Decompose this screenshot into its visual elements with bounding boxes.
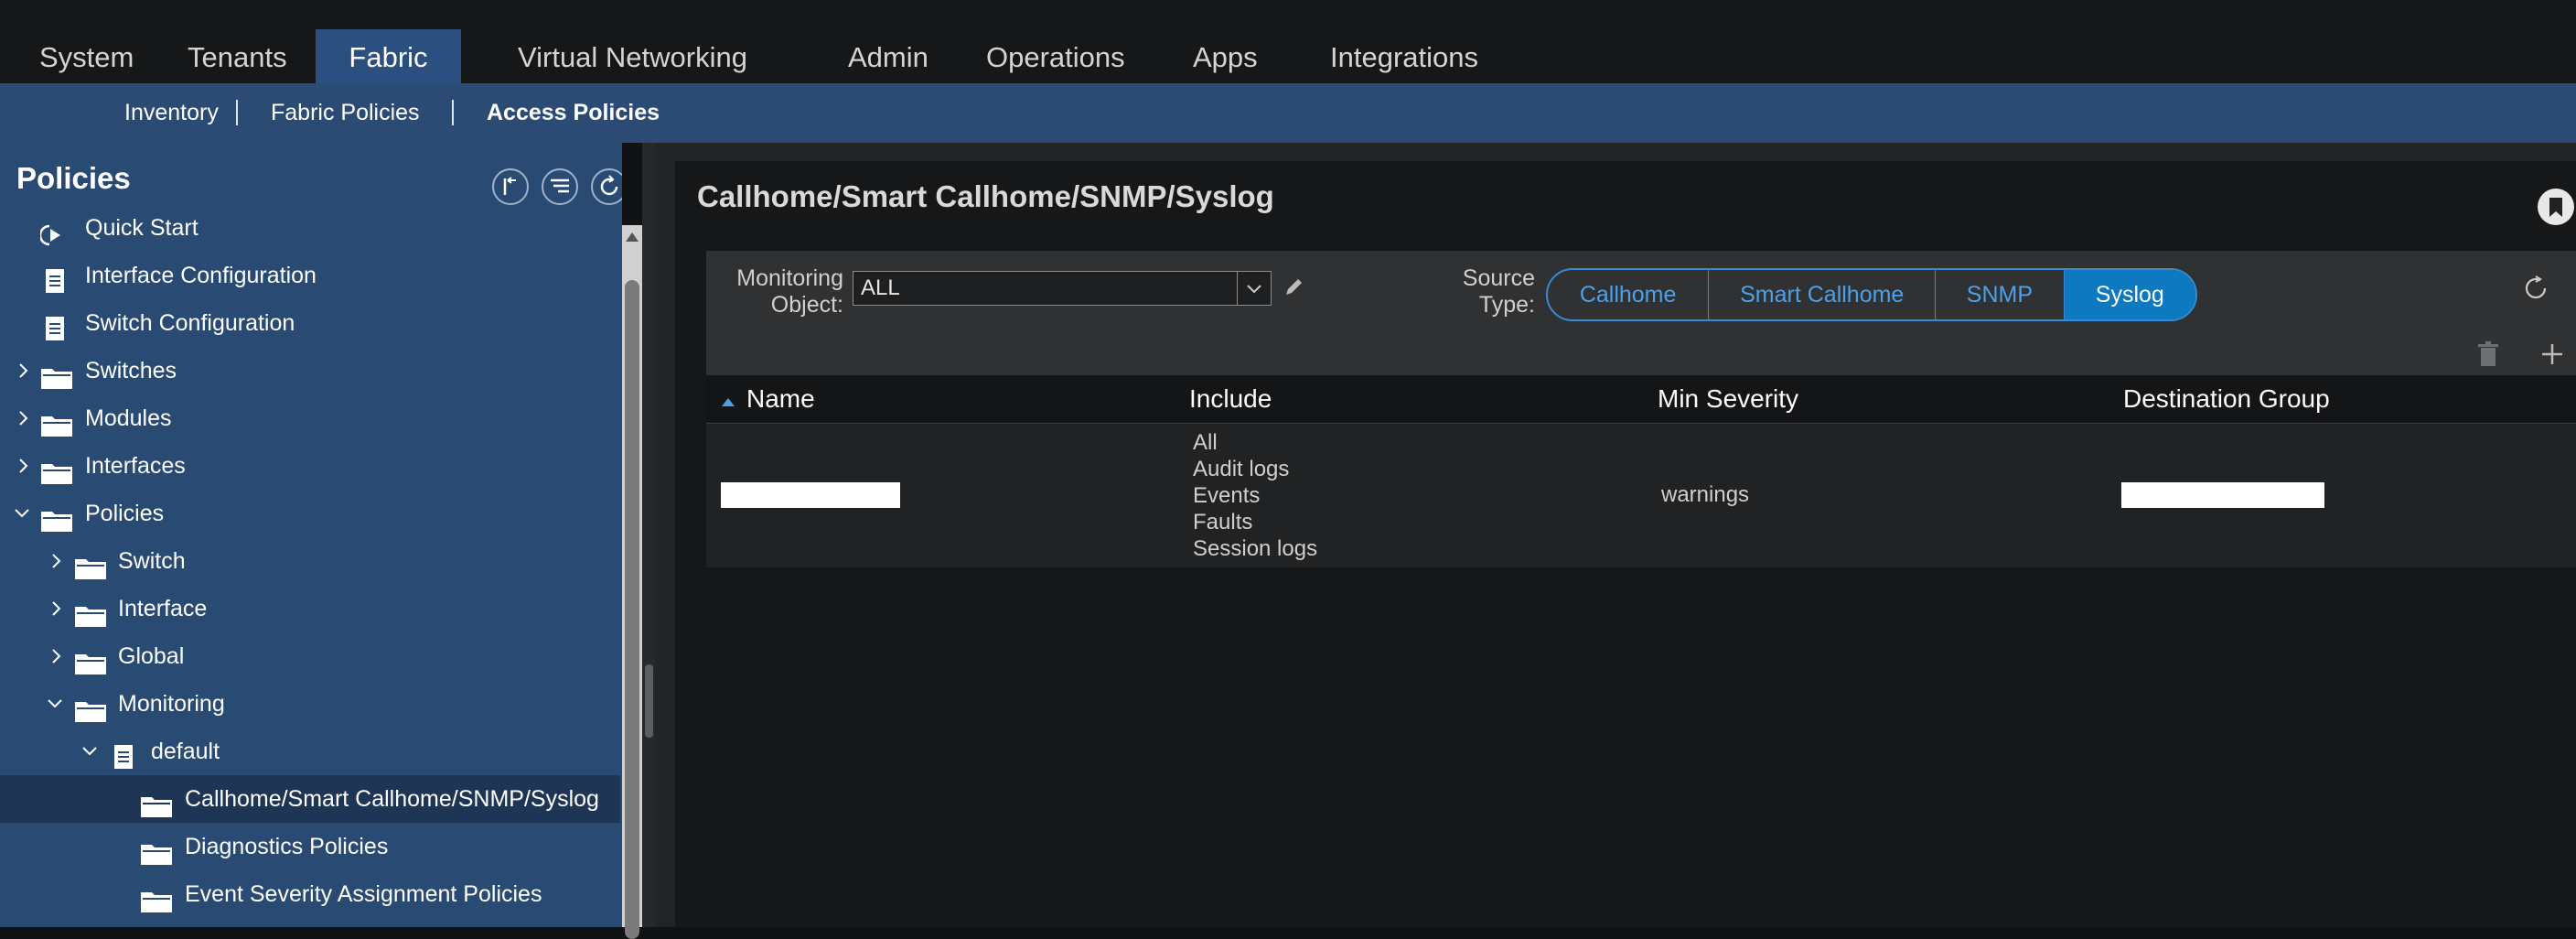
tree-item-label: Callhome/Smart Callhome/SNMP/Syslog (185, 786, 599, 812)
bookmark-icon[interactable] (2538, 189, 2574, 225)
include-value: All (1193, 430, 1218, 455)
include-value: Audit logs (1193, 457, 1290, 481)
tree-item-quick-start[interactable]: Quick Start (0, 204, 620, 252)
tree-item-interface-configuration[interactable]: Interface Configuration (0, 252, 620, 299)
trash-icon[interactable] (2475, 340, 2501, 372)
table-row[interactable]: All Audit logs Events Faults Session log… (706, 424, 2576, 567)
tab-system[interactable]: System (39, 26, 134, 83)
source-type-segmented-control: Callhome Smart Callhome SNMP Syslog (1546, 268, 2197, 321)
tab-fabric[interactable]: Fabric (316, 29, 461, 83)
subnav-fabric-policies[interactable]: Fabric Policies (271, 83, 420, 143)
include-value: Faults (1193, 510, 1253, 534)
tree-item-label: default (151, 739, 220, 764)
monitoring-object-select[interactable]: ALL (853, 271, 1272, 306)
tab-virtual-networking[interactable]: Virtual Networking (518, 26, 747, 83)
sidebar-title: Policies (16, 161, 131, 195)
source-type-smart-callhome[interactable]: Smart Callhome (1709, 270, 1937, 319)
column-header-name[interactable]: Name (746, 375, 815, 423)
column-header-include[interactable]: Include (1189, 375, 1272, 423)
tree-item-diagnostics-policies[interactable]: Diagnostics Policies (0, 823, 620, 870)
tree-item-label: Modules (85, 405, 172, 431)
chevron-right-icon[interactable] (13, 442, 35, 490)
include-cell: All Audit logs Events Faults Session log… (1193, 429, 1317, 562)
tree-item-label: Switch Configuration (85, 310, 295, 336)
tree-item-label: Quick Start (85, 215, 199, 241)
tree-item-switch-configuration[interactable]: Switch Configuration (0, 299, 620, 347)
column-header-destination-group[interactable]: Destination Group (2123, 375, 2330, 423)
tree-item-monitoring[interactable]: Monitoring (0, 680, 620, 728)
tree-item-label: Switches (85, 358, 177, 383)
tree-item-switches[interactable]: Switches (0, 347, 620, 394)
monitoring-object-label: Monitoring Object: (736, 265, 843, 318)
chevron-right-icon[interactable] (46, 585, 68, 632)
chevron-down-icon[interactable] (11, 490, 33, 537)
tree-item-label: Interfaces (85, 453, 186, 479)
tree-item-policies[interactable]: Policies (0, 490, 620, 537)
edit-pencil-icon[interactable] (1279, 273, 1308, 307)
source-type-snmp[interactable]: SNMP (1936, 270, 2065, 319)
collapse-tree-icon[interactable] (492, 168, 529, 205)
chevron-down-icon[interactable] (1237, 272, 1271, 305)
tree-item-event-severity-assignment-policies[interactable]: Event Severity Assignment Policies (0, 870, 620, 918)
filter-list-icon[interactable] (542, 168, 578, 205)
tab-operations[interactable]: Operations (986, 26, 1125, 83)
sidebar-scrollbar[interactable] (622, 225, 642, 939)
tree-item-callhome-syslog[interactable]: Callhome/Smart Callhome/SNMP/Syslog (0, 775, 620, 823)
sort-ascending-icon[interactable] (721, 395, 735, 412)
min-severity-cell: warnings (1661, 482, 1750, 507)
subnav-access-policies[interactable]: Access Policies (487, 83, 660, 143)
tree-item-label: Event Severity Assignment Policies (185, 881, 542, 907)
scrollbar-thumb[interactable] (625, 280, 639, 939)
name-cell-redacted (721, 482, 900, 508)
tree-item-label: Diagnostics Policies (185, 834, 389, 859)
tree-item-label: Switch (118, 548, 186, 574)
top-navigation: System Tenants Fabric Virtual Networking… (0, 0, 2576, 83)
subnav-inventory[interactable]: Inventory (124, 83, 219, 143)
column-header-min-severity[interactable]: Min Severity (1658, 375, 1798, 423)
page-title: Callhome/Smart Callhome/SNMP/Syslog (697, 179, 1274, 213)
tab-integrations[interactable]: Integrations (1330, 26, 1478, 83)
source-type-label: Source Type: (1462, 265, 1535, 318)
subnav-separator (236, 100, 238, 125)
folder-icon (140, 882, 173, 927)
tree-item-default[interactable]: default (0, 728, 620, 775)
destination-group-cell-redacted (2121, 482, 2324, 508)
tab-apps[interactable]: Apps (1193, 26, 1258, 83)
pane-divider[interactable] (642, 143, 655, 927)
chevron-right-icon[interactable] (13, 347, 35, 394)
source-type-syslog[interactable]: Syslog (2064, 270, 2195, 319)
tree-item-switch[interactable]: Switch (0, 537, 620, 585)
chevron-right-icon[interactable] (13, 394, 35, 442)
chevron-down-icon[interactable] (79, 728, 101, 775)
tree-item-global[interactable]: Global (0, 632, 620, 680)
sidebar: Policies Quick Start Interface Configura… (0, 143, 622, 927)
scroll-up-arrow-icon[interactable] (626, 232, 639, 242)
tree-item-label: Interface (118, 596, 208, 621)
include-value: Session logs (1193, 536, 1318, 561)
tree-item-label: Monitoring (118, 691, 225, 717)
tree-item-label: Policies (85, 501, 165, 526)
chevron-right-icon[interactable] (46, 632, 68, 680)
chevron-down-icon[interactable] (44, 680, 66, 728)
tree-item-modules[interactable]: Modules (0, 394, 620, 442)
refresh-icon[interactable] (2521, 273, 2550, 307)
chevron-right-icon[interactable] (46, 537, 68, 585)
include-value: Events (1193, 483, 1261, 508)
tree-item-label: Interface Configuration (85, 263, 317, 288)
add-icon[interactable] (2539, 340, 2565, 372)
collapse-handle-icon[interactable] (645, 664, 653, 738)
subnav-separator (452, 100, 454, 125)
tree-item-interface[interactable]: Interface (0, 585, 620, 632)
sub-navigation: Inventory Fabric Policies Access Policie… (0, 83, 2576, 143)
monitoring-object-value: ALL (861, 275, 900, 300)
tab-tenants[interactable]: Tenants (188, 26, 287, 83)
source-type-callhome[interactable]: Callhome (1548, 270, 1710, 319)
tab-admin[interactable]: Admin (848, 26, 928, 83)
tree-item-label: Global (118, 643, 185, 669)
refresh-icon[interactable] (591, 168, 622, 205)
table-header: Name Include Min Severity Destination Gr… (706, 375, 2576, 424)
tree-item-interfaces[interactable]: Interfaces (0, 442, 620, 490)
